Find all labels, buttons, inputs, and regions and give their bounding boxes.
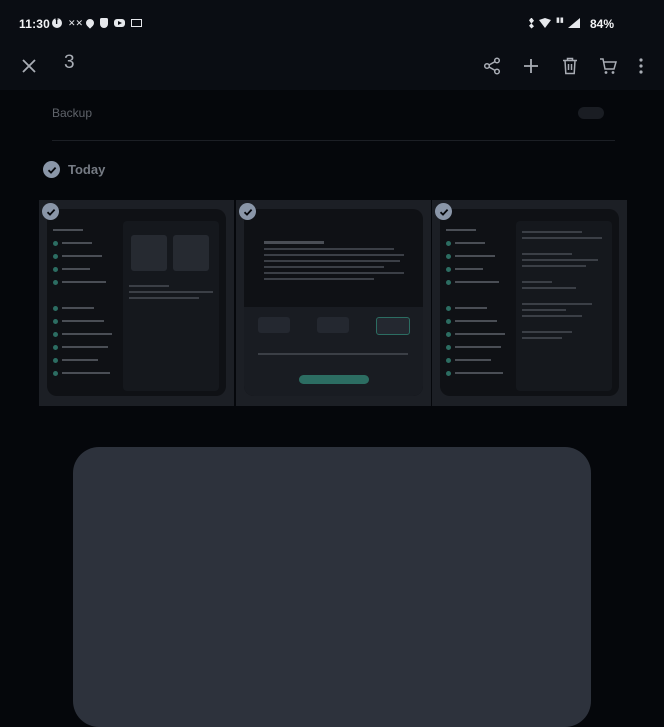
cart-icon[interactable] xyxy=(595,53,621,79)
status-bar: 11:30 ✕✕ ▮▮ 84% xyxy=(0,0,664,48)
youtube-icon xyxy=(114,19,125,27)
signal-icon xyxy=(568,18,580,28)
thumbnail-settings-screenshot[interactable] xyxy=(39,200,234,406)
battery-level: 84% xyxy=(589,17,614,31)
selected-check-icon[interactable] xyxy=(435,203,452,220)
divider xyxy=(52,140,615,141)
share-icon[interactable] xyxy=(479,53,505,79)
thumbnail-display-screenshot[interactable] xyxy=(432,200,627,406)
facebook-icon xyxy=(52,16,62,28)
more-icon[interactable] xyxy=(628,53,654,79)
add-icon[interactable] xyxy=(518,53,544,79)
backup-label: Backup xyxy=(52,106,93,120)
selected-check-icon[interactable] xyxy=(42,203,59,220)
select-all-check-icon[interactable] xyxy=(43,161,60,178)
close-icon[interactable] xyxy=(16,53,42,79)
selected-check-icon[interactable] xyxy=(239,203,256,220)
wifi-icon xyxy=(539,18,551,28)
thumbnail-font-screenshot[interactable] xyxy=(236,200,431,406)
delete-icon[interactable] xyxy=(557,53,583,79)
mail-icon xyxy=(131,19,142,27)
screenshot-preview xyxy=(440,209,619,396)
bluetooth-icon xyxy=(529,17,534,29)
network-icon: ▮▮ xyxy=(556,17,564,24)
screenshot-preview xyxy=(244,209,423,396)
bottom-sheet-card xyxy=(73,447,591,727)
section-date-label: Today xyxy=(68,162,106,177)
system-icons: ▮▮ xyxy=(529,17,580,29)
drop-icon xyxy=(84,17,96,29)
xx-icon: ✕✕ xyxy=(68,18,84,28)
shield-icon xyxy=(100,18,108,28)
screenshot-preview xyxy=(47,209,226,396)
selection-toolbar xyxy=(0,48,664,90)
notification-icons: ✕✕ xyxy=(52,16,142,30)
status-time: 11:30 xyxy=(19,17,51,31)
backup-toggle[interactable] xyxy=(578,107,604,119)
selected-count: 3 xyxy=(64,52,75,73)
